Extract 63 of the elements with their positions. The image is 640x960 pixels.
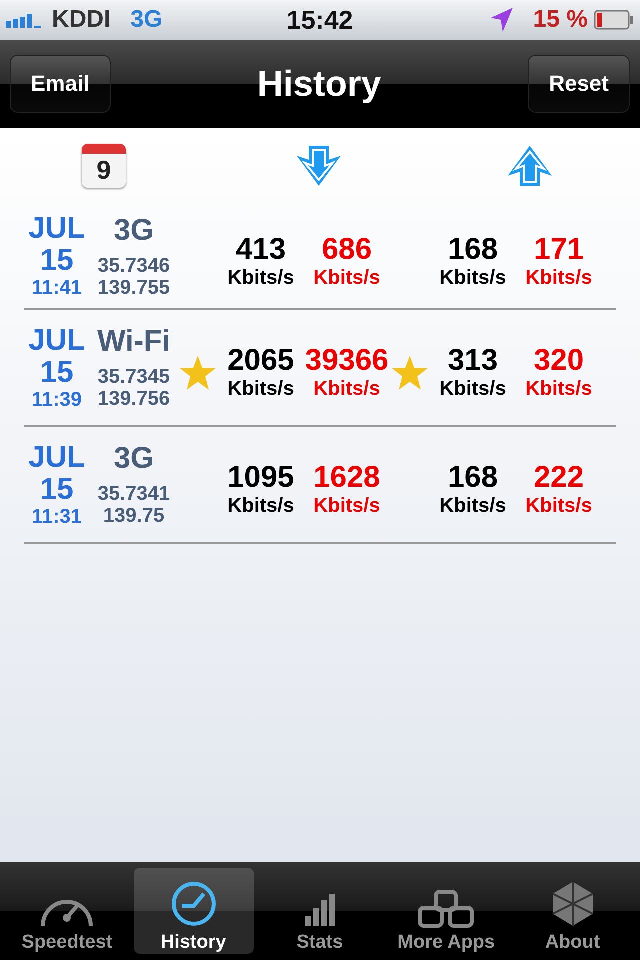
email-button[interactable]: Email xyxy=(10,55,111,113)
speed-unit: Kbits/s xyxy=(228,266,294,290)
max-speed: 1628 xyxy=(314,461,380,495)
average-speed: 168 xyxy=(448,461,498,495)
boxes-icon xyxy=(418,890,474,928)
speed-unit: Kbits/s xyxy=(526,378,592,401)
test-time: 11:41 xyxy=(32,278,82,298)
tab-item[interactable]: Stats xyxy=(260,868,380,954)
location-arrow-icon xyxy=(491,8,514,32)
battery-icon xyxy=(594,10,634,30)
speed-unit: Kbits/s xyxy=(440,266,506,290)
battery-percent: 15 % xyxy=(533,6,588,34)
date-day: 15 xyxy=(40,358,74,388)
longitude: 139.756 xyxy=(98,388,170,410)
max-speed: 222 xyxy=(534,461,584,495)
max-speed: 686 xyxy=(322,232,372,266)
max-speed: 39366 xyxy=(305,344,389,378)
date-day: 15 xyxy=(40,474,74,504)
tab-item[interactable]: Speedtest xyxy=(7,868,128,954)
speed-unit: Kbits/s xyxy=(440,495,506,518)
test-time: 11:39 xyxy=(32,390,82,410)
download-arrow-icon xyxy=(295,144,343,188)
test-time: 11:31 xyxy=(32,506,82,526)
average-speed: 1095 xyxy=(228,461,294,495)
latitude: 35.7346 xyxy=(98,254,170,276)
speed-unit: Kbits/s xyxy=(314,378,380,401)
polyhedron-icon xyxy=(550,880,595,928)
connection-type: 3G xyxy=(114,214,154,246)
tab-item[interactable]: About xyxy=(512,868,633,954)
carrier-name: KDDI xyxy=(52,6,111,34)
average-speed: 313 xyxy=(448,344,498,378)
latitude: 35.7341 xyxy=(98,483,170,505)
date-month: JUL xyxy=(28,326,86,356)
longitude: 139.75 xyxy=(103,505,165,527)
average-speed: 413 xyxy=(236,232,286,266)
tab-item[interactable]: More Apps xyxy=(386,868,506,954)
clock-icon xyxy=(170,880,218,928)
speed-unit: Kbits/s xyxy=(314,266,380,290)
speed-unit: Kbits/s xyxy=(314,495,380,518)
date-month: JUL xyxy=(28,214,86,244)
latitude: 35.7345 xyxy=(98,366,170,388)
connection-type: 3G xyxy=(114,442,154,475)
longitude: 139.755 xyxy=(98,276,170,298)
speed-unit: Kbits/s xyxy=(526,266,592,290)
date-month: JUL xyxy=(28,442,86,472)
max-speed: 320 xyxy=(534,344,584,378)
average-speed: 168 xyxy=(448,232,498,266)
speed-unit: Kbits/s xyxy=(228,378,294,401)
speed-unit: Kbits/s xyxy=(228,495,294,518)
max-speed: 171 xyxy=(534,232,584,266)
status-time: 15:42 xyxy=(286,4,354,36)
average-speed: 2065 xyxy=(228,344,294,378)
reset-button[interactable]: Reset xyxy=(528,55,630,113)
speed-unit: Kbits/s xyxy=(440,378,506,401)
date-day: 15 xyxy=(40,246,74,276)
bar-chart-icon xyxy=(302,892,337,928)
tab-item[interactable]: History xyxy=(134,868,254,954)
upload-arrow-icon xyxy=(506,144,554,188)
connection-type: Wi-Fi xyxy=(97,325,171,358)
calendar-icon: 9 xyxy=(82,144,126,188)
network-type: 3G xyxy=(130,6,163,34)
speed-unit: Kbits/s xyxy=(526,495,592,518)
page-title: History xyxy=(257,63,382,105)
